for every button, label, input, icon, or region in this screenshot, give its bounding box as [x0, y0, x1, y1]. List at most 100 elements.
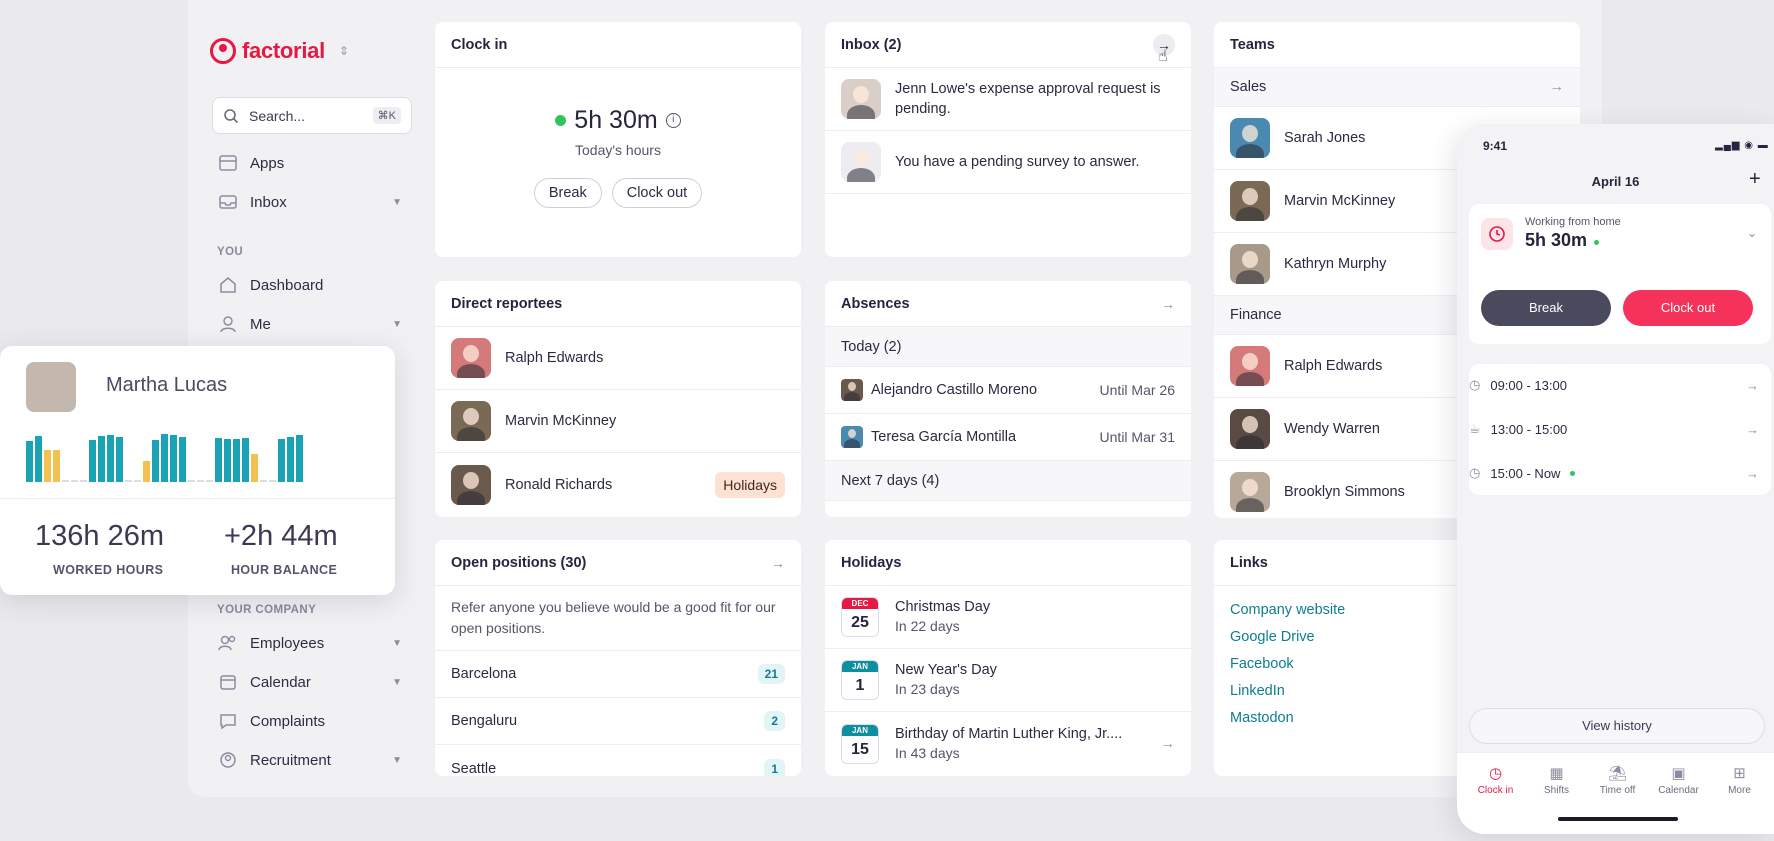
phone-clock-card: Working from home 5h 30m ⌄ Break Clock o… [1469, 204, 1771, 344]
factorial-logo-icon [210, 38, 236, 64]
tab-more[interactable]: ⊞ More [1709, 764, 1770, 796]
card-title: Inbox (2) [841, 36, 902, 53]
hours-bar [188, 480, 195, 482]
sidebar-item-employees[interactable]: Employees ▼ [218, 631, 402, 655]
hours-bar [224, 439, 231, 482]
time-entry[interactable]: ◷ 15:00 - Now → [1469, 465, 1759, 481]
brand-logo[interactable]: factorial ⇕ [210, 38, 349, 64]
section-your-company: YOUR COMPANY [217, 604, 317, 616]
search-input[interactable]: Search... ⌘K [212, 97, 412, 134]
sidebar-item-calendar[interactable]: Calendar ▼ [218, 670, 402, 694]
link-company-website[interactable]: Company website [1230, 602, 1345, 618]
signal-icon: ▂▄▆ ◉ ▬ [1715, 140, 1769, 151]
status-dot [555, 115, 567, 126]
inbox-text: You have a pending survey to answer. [895, 154, 1140, 170]
count-badge: 2 [764, 711, 785, 731]
list-item[interactable]: Marvin McKinney [435, 390, 801, 453]
sidebar-item-label: Me [250, 315, 271, 333]
add-icon[interactable]: + [1749, 168, 1761, 191]
avatar [841, 379, 863, 401]
apps-icon [218, 153, 238, 173]
absence-name: Teresa García Montilla [871, 429, 1017, 445]
list-item[interactable]: Bengaluru 2 [435, 698, 801, 745]
clock-out-button[interactable]: Clock out [611, 178, 703, 208]
list-item[interactable]: Alejandro Castillo Moreno Until Mar 26 [825, 367, 1191, 414]
team-header[interactable]: Sales → [1214, 68, 1580, 107]
clock-icon [1481, 218, 1513, 250]
phone-break-button[interactable]: Break [1481, 290, 1611, 326]
arrow-right-icon[interactable]: → [771, 555, 785, 571]
info-icon[interactable]: i [665, 113, 681, 128]
break-button[interactable]: Break [533, 178, 602, 208]
list-item[interactable]: You have a pending survey to answer. [825, 131, 1191, 194]
hours-bar [269, 480, 276, 482]
hours-bar [53, 450, 60, 482]
card-title: Absences [841, 295, 910, 312]
arrow-right-icon[interactable]: → [1161, 736, 1176, 752]
link-google-drive[interactable]: Google Drive [1230, 629, 1345, 645]
sidebar-item-inbox[interactable]: Inbox ▼ [218, 190, 402, 214]
list-item[interactable]: Barcelona 21 [435, 651, 801, 698]
open-positions-card: Open positions (30) → Refer anyone you be… [435, 540, 801, 776]
recruitment-icon [218, 750, 238, 770]
team-name: Finance [1230, 307, 1282, 323]
time-entry[interactable]: ◷ 09:00 - 13:00 → [1469, 377, 1759, 393]
avatar [1230, 409, 1270, 449]
link-linkedin[interactable]: LinkedIn [1230, 683, 1345, 699]
worked-hours-value: 136h 26m [35, 520, 164, 552]
coffee-icon: ☕ [1469, 421, 1481, 436]
sidebar-item-label: Employees [250, 634, 325, 652]
calendar-date-icon: JAN 15 [841, 723, 879, 764]
search-shortcut: ⌘K [372, 107, 401, 124]
entry-range: 15:00 - Now [1490, 465, 1561, 481]
tab-label: Shifts [1543, 785, 1569, 796]
list-item[interactable]: Jenn Lowe's expense approval request is … [825, 68, 1191, 131]
phone-date: April 16 [1591, 174, 1640, 189]
avatar [841, 79, 881, 119]
link-facebook[interactable]: Facebook [1230, 656, 1345, 672]
worked-hours-label: WORKED HOURS [53, 563, 164, 577]
card-title: Teams [1214, 22, 1580, 68]
status-bar-time: 9:41 [1483, 139, 1508, 153]
avatar [451, 464, 491, 505]
list-item[interactable]: Ralph Edwards [435, 327, 801, 390]
sidebar-item-recruitment[interactable]: Recruitment ▼ [218, 748, 402, 772]
sidebar-item-complaints[interactable]: Complaints [218, 709, 402, 733]
tab-shifts[interactable]: ▦ Shifts [1526, 764, 1587, 796]
city-name: Barcelona [451, 666, 517, 682]
sidebar-item-apps[interactable]: Apps [218, 151, 402, 175]
company-switcher-icon[interactable]: ⇕ [339, 44, 349, 58]
list-item[interactable]: Ronald Richards Holidays [435, 453, 801, 516]
team-name: Sales [1230, 79, 1267, 95]
chevron-down-icon[interactable]: ⌄ [1747, 226, 1757, 240]
tab-clock-in[interactable]: ◷ Clock in [1465, 764, 1526, 796]
avatar [841, 426, 863, 448]
arrow-right-icon[interactable]: → [1161, 296, 1175, 312]
arrow-right-icon[interactable]: → [1550, 79, 1565, 95]
holiday-when: In 23 days [895, 681, 960, 697]
tab-time-off[interactable]: ⛱ Time off [1587, 764, 1648, 796]
absence-name: Alejandro Castillo Moreno [871, 382, 1038, 398]
hours-bar [71, 480, 78, 482]
sidebar-item-dashboard[interactable]: Dashboard [218, 273, 402, 297]
link-mastodon[interactable]: Mastodon [1230, 710, 1345, 726]
status-dot [1570, 470, 1576, 476]
sidebar-item-me[interactable]: Me ▼ [218, 312, 402, 336]
time-entry[interactable]: ☕ 13:00 - 15:00 → [1469, 421, 1759, 437]
list-item[interactable]: JAN 15 Birthday of Martin Luther King, Jr… [825, 712, 1191, 775]
calendar-icon: ▣ [1671, 765, 1686, 782]
absences-next-header: Next 7 days (4) [825, 461, 1191, 501]
view-history-button[interactable]: View history [1469, 708, 1765, 744]
list-item[interactable]: DEC 25 Christmas Day In 22 days [825, 586, 1191, 649]
member-name: Ralph Edwards [1284, 358, 1383, 374]
list-item[interactable]: JAN 1 New Year's Day In 23 days [825, 649, 1191, 712]
list-item[interactable]: Seattle 1 [435, 745, 801, 776]
home-icon [218, 275, 238, 295]
brand-name: factorial [242, 38, 325, 63]
list-item[interactable]: Teresa García Montilla Until Mar 31 [825, 414, 1191, 461]
phone-clock-out-button[interactable]: Clock out [1623, 290, 1753, 326]
avatar [1230, 244, 1270, 284]
tab-calendar[interactable]: ▣ Calendar [1648, 764, 1709, 796]
positions-description: Refer anyone you believe would be a good… [435, 586, 801, 651]
reportee-name: Ralph Edwards [505, 350, 604, 366]
